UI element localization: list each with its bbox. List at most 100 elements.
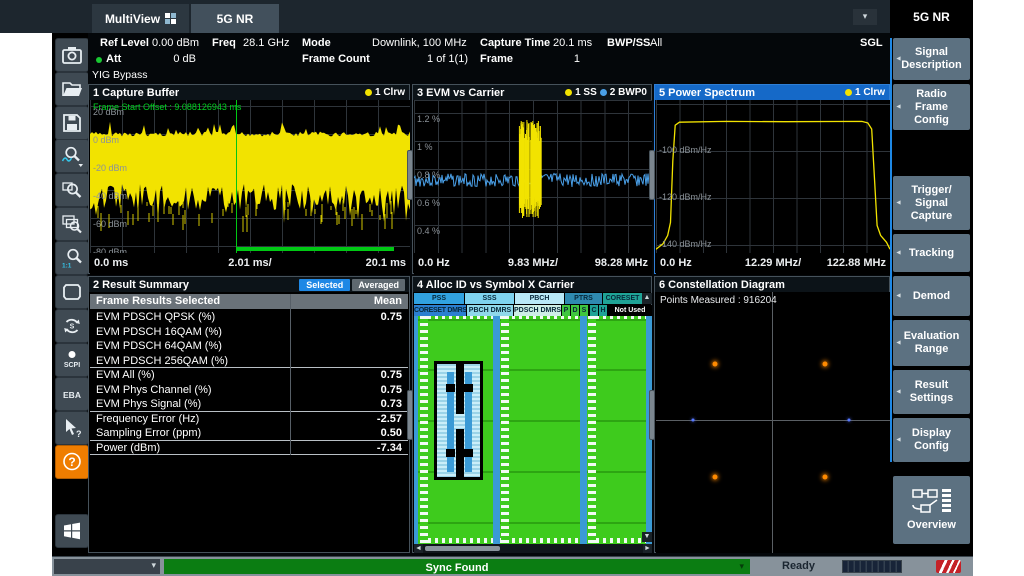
context-help-button[interactable]: ?	[55, 411, 89, 445]
frame-label: Frame	[480, 53, 513, 65]
x-start: 0.0 ms	[94, 257, 128, 269]
horizontal-scrollbar[interactable]: ◄ ►	[414, 544, 652, 553]
panel-header-capture-buffer[interactable]: 1 Capture Buffer 1 Clrw	[89, 85, 409, 100]
y-tick: 1.2 %	[417, 114, 440, 124]
softkey-display-config[interactable]: ◄Display Config	[893, 418, 970, 462]
right-margin	[973, 0, 1024, 576]
ref-level-value[interactable]: 0.00 dBm	[152, 37, 199, 49]
softkey-demod[interactable]: ◄Demod	[893, 276, 970, 316]
result-table: EVM PDSCH QPSK (%)0.75 EVM PDSCH 16QAM (…	[90, 310, 408, 455]
y-tick: -120 dBm/Hz	[659, 192, 712, 202]
ssb-notch	[464, 449, 473, 457]
allocation-grid[interactable]	[414, 316, 652, 544]
screenshot-button[interactable]	[55, 38, 89, 72]
col-header-results: Frame Results Selected	[96, 294, 220, 309]
softkey-result-settings[interactable]: ◄Result Settings	[893, 370, 970, 414]
window-splitter-handle[interactable]	[649, 390, 655, 440]
scrollbar-thumb[interactable]	[425, 546, 500, 551]
window-splitter-handle[interactable]	[407, 150, 413, 200]
windows-icon	[60, 519, 84, 543]
softkey-overview[interactable]: Overview	[893, 476, 970, 544]
chevron-down-icon: ▾	[151, 560, 156, 571]
open-file-button[interactable]	[55, 72, 89, 106]
evm-x-axis: 0.0 Hz 9.83 MHz/ 98.28 MHz	[414, 253, 652, 275]
window-splitter-handle[interactable]	[649, 150, 655, 200]
bwp-label: BWP/SS	[607, 37, 650, 49]
save-button[interactable]	[55, 106, 89, 140]
camera-icon	[60, 43, 84, 67]
softkey-radio-frame-config[interactable]: ◄Radio Frame Config	[893, 84, 970, 130]
help-button[interactable]: ?	[55, 445, 89, 479]
tab-5gnr[interactable]: 5G NR	[191, 4, 279, 33]
freq-value[interactable]: 28.1 GHz	[243, 37, 289, 49]
ssb-notch	[446, 449, 455, 457]
panel-header-constellation[interactable]: 6 Constellation Diagram	[655, 277, 889, 292]
softkey-tracking[interactable]: ◄Tracking	[893, 234, 970, 272]
constellation-y-axis-line	[772, 292, 773, 553]
x-start: 0.0 Hz	[660, 257, 692, 269]
scroll-down-button[interactable]: ▼	[642, 532, 652, 542]
softkey-evaluation-range[interactable]: ◄Evaluation Range	[893, 320, 970, 366]
zoom-area-button[interactable]	[55, 173, 89, 207]
zoom-reset-button[interactable]: 1:1	[55, 241, 89, 275]
scroll-up-button[interactable]: ▲	[642, 293, 652, 304]
x-start: 0.0 Hz	[418, 257, 450, 269]
frame-start-marker	[236, 100, 237, 253]
mode-value[interactable]: Downlink, 100 MHz	[372, 37, 467, 49]
tab-averaged[interactable]: Averaged	[352, 279, 405, 291]
scpi-recorder-button[interactable]: SCPI	[55, 343, 89, 377]
constellation-point	[822, 474, 827, 479]
tab-multiview-label: MultiView	[105, 12, 160, 26]
tab-multiview[interactable]: MultiView	[92, 4, 189, 33]
status-dropdown[interactable]: ▾	[54, 559, 160, 574]
save-icon	[60, 111, 84, 135]
bwp-value[interactable]: All	[650, 37, 662, 49]
att-label: Att	[106, 53, 121, 65]
trace1-dot	[365, 89, 372, 96]
tab-5gnr-label: 5G NR	[217, 12, 254, 26]
eba-button[interactable]: EBA	[55, 377, 89, 411]
table-row: EVM PDSCH QPSK (%)0.75	[90, 310, 408, 325]
softkey-arrow-icon: ◄	[895, 56, 902, 63]
sequencer-button[interactable]: S	[55, 309, 89, 343]
constellation-point	[712, 361, 717, 366]
legend-coreset: CORESET	[603, 293, 642, 304]
panel-header-power-spectrum[interactable]: 5 Power Spectrum 1 Clrw	[655, 85, 889, 100]
multiple-zoom-button[interactable]	[55, 207, 89, 241]
legend-pbch-dmrs: PBCH DMRS	[467, 305, 513, 316]
softkey-signal-description[interactable]: ◄Signal Description	[893, 38, 970, 80]
panel-header-alloc-id[interactable]: 4 Alloc ID vs Symbol X Carrier	[413, 277, 651, 292]
analyzer-screen: MultiView 5G NR ▾ 1:1 S SCPI EBA ? ? Ref…	[0, 0, 1024, 576]
scroll-left-button[interactable]: ◄	[414, 544, 423, 553]
tab-selected[interactable]: Selected	[299, 279, 350, 291]
softkey-trigger-signal-capture[interactable]: ◄Trigger/ Signal Capture	[893, 176, 970, 230]
zoom-trace-button[interactable]	[55, 139, 89, 173]
frame-count-label: Frame Count	[302, 53, 370, 65]
capture-time-value[interactable]: 20.1 ms	[553, 37, 592, 49]
status-error-indicator[interactable]	[936, 560, 961, 573]
sync-status-text: Sync Found	[426, 562, 489, 574]
frame-value[interactable]: 1	[562, 53, 580, 65]
capture-time-label: Capture Time	[480, 37, 550, 49]
overview-flowchart-icon	[911, 488, 953, 516]
mode-label: Mode	[302, 37, 331, 49]
window-splitter-handle[interactable]	[407, 390, 413, 440]
legend-sss: SSS	[465, 293, 514, 304]
fullscreen-button[interactable]	[55, 275, 89, 309]
tab-list-dropdown[interactable]: ▾	[853, 9, 877, 25]
legend-s: S	[580, 305, 588, 316]
grid-line	[414, 522, 652, 524]
trace1-label: 1 Clrw	[375, 87, 405, 98]
panel-header-result-summary[interactable]: 2 Result Summary Selected Averaged	[89, 277, 409, 292]
panel-header-evm[interactable]: 3 EVM vs Carrier 1 SS 2 BWP0	[413, 85, 651, 100]
ref-level-label: Ref Level	[100, 37, 149, 49]
windows-button[interactable]	[55, 514, 89, 548]
dmrs-column	[588, 316, 596, 544]
frame-count-value[interactable]: 1 of 1(1)	[420, 53, 468, 65]
y-tick: -60 dBm	[93, 219, 127, 229]
legend-d: D	[571, 305, 579, 316]
att-value[interactable]: 0 dB	[156, 53, 196, 65]
svg-text:S: S	[70, 324, 75, 331]
scroll-right-button[interactable]: ►	[643, 544, 652, 553]
panel-title: 2 Result Summary	[93, 279, 189, 291]
